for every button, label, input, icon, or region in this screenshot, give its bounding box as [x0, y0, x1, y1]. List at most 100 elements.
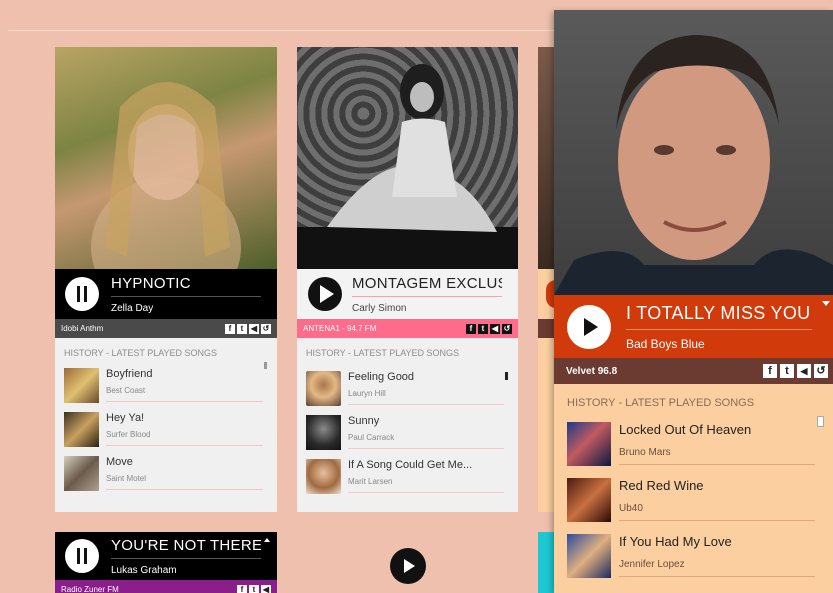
facebook-icon[interactable]: f [466, 323, 476, 334]
song-thumbnail [306, 371, 341, 406]
track-title: MONTAGEM EXCLUSIVA [352, 275, 502, 297]
song-title: Boyfriend [106, 368, 153, 380]
track-title: I TOTALLY MISS YOU [626, 303, 812, 330]
pause-button[interactable] [65, 539, 99, 573]
song-title: Locked Out Of Heaven [619, 422, 752, 437]
song-title: Feeling Good [348, 371, 415, 383]
volume-icon[interactable]: ◀ [797, 364, 811, 378]
song-artist: Surfer Blood [106, 430, 151, 439]
play-button[interactable] [390, 548, 426, 584]
facebook-icon[interactable]: f [225, 323, 235, 334]
facebook-icon[interactable]: f [763, 364, 777, 378]
song-title: If You Had My Love [619, 534, 732, 549]
song-thumbnail [567, 478, 611, 522]
track-artist: Lukas Graham [111, 564, 177, 576]
history-scrollbar[interactable] [817, 416, 824, 427]
history-icon[interactable]: ↺ [502, 323, 512, 334]
station-name: ANTENA1 - 94.7 FM [303, 324, 377, 333]
song-title: Move [106, 456, 133, 468]
history-song[interactable]: If You Had My Love Jennifer Lopez [567, 534, 833, 578]
play-icon [584, 317, 598, 336]
station-name: Velvet 96.8 [566, 365, 618, 377]
player-card-youre-not-there: YOU'RE NOT THERE Lukas Graham Radio Zune… [55, 532, 277, 593]
track-title: YOU'RE NOT THERE [111, 537, 261, 559]
play-button[interactable] [308, 277, 342, 311]
artist-photo [554, 10, 833, 295]
history-song[interactable]: If A Song Could Get Me... Marit Larsen [306, 459, 518, 494]
twitter-icon[interactable]: t [478, 323, 488, 334]
history-song[interactable]: Red Red Wine Ub40 [567, 478, 833, 522]
history-heading: HISTORY - LATEST PLAYED SONGS [306, 348, 460, 358]
play-button[interactable] [567, 304, 611, 349]
player-card-active: I TOTALLY MISS YOU Bad Boys Blue Velvet … [554, 10, 833, 593]
hidden-card-edge [538, 532, 554, 593]
facebook-icon[interactable]: f [237, 585, 247, 593]
pause-icon [77, 286, 87, 302]
station-bar: Radio Zuner FM f t ◀ [55, 580, 277, 593]
station-bar: Velvet 96.8 f t ◀ ↺ [554, 358, 833, 384]
now-playing-bar: HYPNOTIC Zella Day [55, 269, 277, 319]
history-song[interactable]: Boyfriend Best Coast [64, 368, 277, 403]
song-artist: Ub40 [619, 503, 643, 514]
volume-icon[interactable]: ◀ [490, 323, 500, 334]
history-panel: HISTORY - LATEST PLAYED SONGS Feeling Go… [297, 338, 518, 512]
song-thumbnail [64, 456, 99, 491]
history-heading: HISTORY - LATEST PLAYED SONGS [567, 397, 755, 409]
twitter-icon[interactable]: t [237, 323, 247, 334]
song-thumbnail [567, 422, 611, 466]
history-icon[interactable]: ↺ [261, 323, 271, 334]
chevron-down-icon[interactable] [822, 301, 830, 306]
history-heading: HISTORY - LATEST PLAYED SONGS [64, 348, 218, 358]
song-thumbnail [64, 412, 99, 447]
song-artist: Best Coast [106, 386, 146, 395]
social-links: f t ◀ [237, 585, 271, 593]
social-links: f t ◀ ↺ [763, 364, 828, 378]
song-title: Red Red Wine [619, 478, 704, 493]
track-title: HYPNOTIC [111, 275, 261, 297]
song-artist: Paul Carrack [348, 433, 395, 442]
song-artist: Marit Larsen [348, 477, 393, 486]
player-card-montagem: MONTAGEM EXCLUSIVA Carly Simon ANTENA1 -… [297, 47, 518, 512]
history-panel: HISTORY - LATEST PLAYED SONGS Locked Out… [554, 384, 833, 593]
song-artist: Bruno Mars [619, 447, 671, 458]
history-song[interactable]: Locked Out Of Heaven Bruno Mars [567, 422, 833, 466]
pause-icon [77, 548, 87, 564]
history-song[interactable]: Hey Ya! Surfer Blood [64, 412, 277, 447]
history-song[interactable]: Feeling Good Lauryn Hill [306, 371, 518, 406]
track-artist: Bad Boys Blue [626, 336, 705, 351]
song-title: Hey Ya! [106, 412, 145, 424]
history-icon[interactable]: ↺ [814, 364, 828, 378]
song-thumbnail [567, 534, 611, 578]
social-links: f t ◀ ↺ [225, 323, 271, 334]
pause-button[interactable] [65, 277, 99, 311]
song-thumbnail [306, 415, 341, 450]
track-artist: Zella Day [111, 302, 154, 314]
song-thumbnail [64, 368, 99, 403]
song-title: Sunny [348, 415, 380, 427]
song-artist: Jennifer Lopez [619, 559, 685, 570]
social-links: f t ◀ ↺ [466, 323, 512, 334]
volume-icon[interactable]: ◀ [261, 585, 271, 593]
station-name: Radio Zuner FM [61, 585, 119, 593]
history-panel: HISTORY - LATEST PLAYED SONGS Boyfriend B… [55, 338, 277, 512]
twitter-icon[interactable]: t [249, 585, 259, 593]
play-icon [320, 285, 334, 303]
chevron-up-icon[interactable] [264, 538, 270, 542]
history-scrollbar[interactable] [264, 362, 267, 369]
twitter-icon[interactable]: t [780, 364, 794, 378]
now-playing-bar: MONTAGEM EXCLUSIVA Carly Simon [297, 269, 518, 319]
artist-photo [55, 47, 277, 269]
artist-photo [297, 47, 518, 269]
song-title: If A Song Could Get Me... [348, 459, 473, 471]
now-playing-bar: YOU'RE NOT THERE Lukas Graham [55, 532, 277, 580]
track-artist: Carly Simon [352, 302, 407, 314]
history-scrollbar[interactable] [505, 372, 508, 380]
history-song[interactable]: Move Saint Motel [64, 456, 277, 491]
song-thumbnail [306, 459, 341, 494]
volume-icon[interactable]: ◀ [249, 323, 259, 334]
song-artist: Saint Motel [106, 474, 147, 483]
player-card-hypnotic: HYPNOTIC Zella Day Idobi Anthm f t ◀ ↺ H… [55, 47, 277, 512]
history-song[interactable]: Sunny Paul Carrack [306, 415, 518, 450]
hidden-card-edge [538, 47, 556, 512]
now-playing-bar: I TOTALLY MISS YOU Bad Boys Blue [554, 295, 833, 358]
